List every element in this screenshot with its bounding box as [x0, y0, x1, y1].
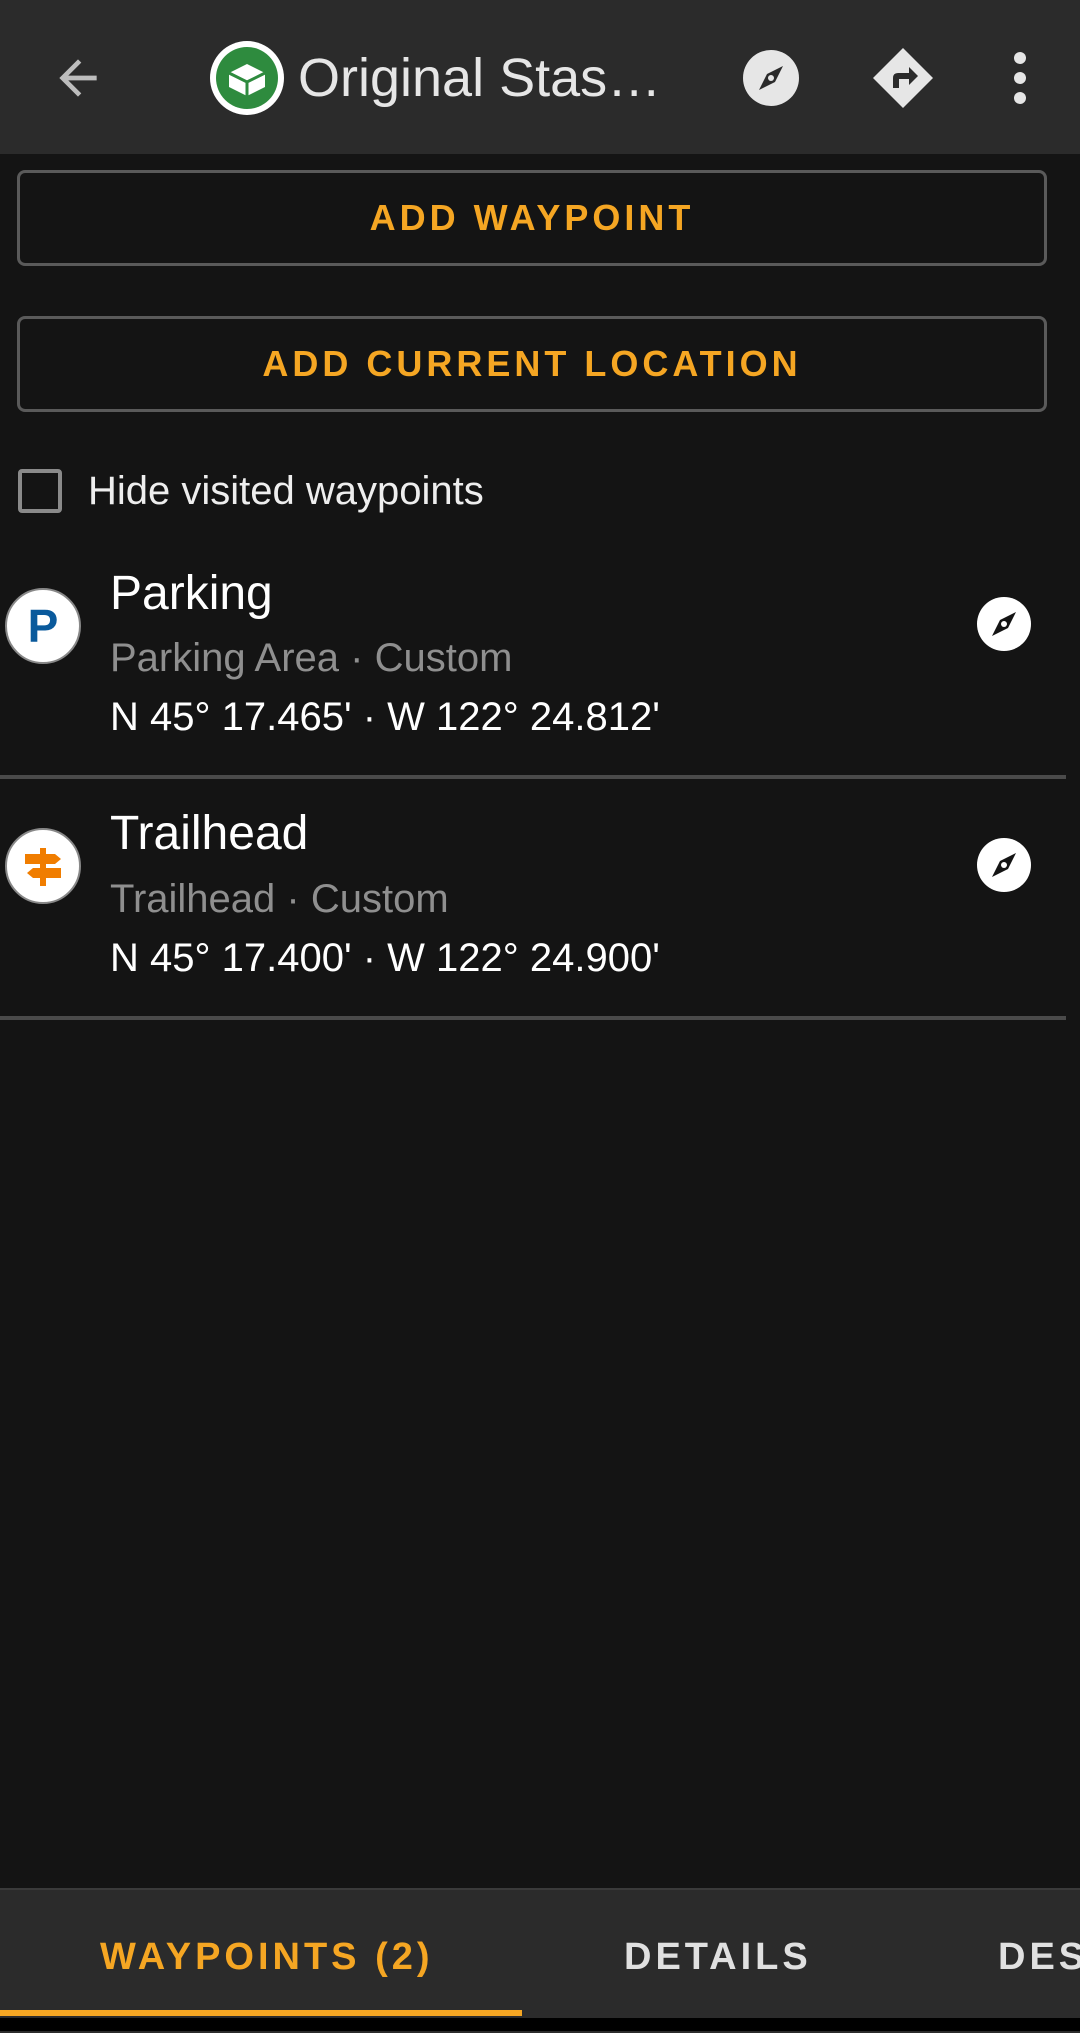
- tab-description[interactable]: DES: [998, 1890, 1080, 2025]
- parking-icon: P: [5, 588, 81, 664]
- add-current-location-button[interactable]: ADD CURRENT LOCATION: [17, 316, 1047, 412]
- parking-icon-letter: P: [27, 600, 59, 652]
- waypoint-subtitle: Parking Area · Custom: [110, 636, 513, 680]
- compass-icon[interactable]: [733, 40, 809, 116]
- waypoint-row-trailhead[interactable]: Trailhead Trailhead · Custom N 45° 17.40…: [0, 778, 1066, 1020]
- traditional-cache-icon: [210, 41, 284, 115]
- waypoint-row-parking[interactable]: P Parking Parking Area · Custom N 45° 17…: [0, 537, 1066, 779]
- waypoint-coords: N 45° 17.465' · W 122° 24.812': [110, 695, 660, 739]
- app-bar: Original Stash…: [0, 0, 1080, 154]
- hide-visited-label: Hide visited waypoints: [88, 468, 484, 513]
- more-vert-icon[interactable]: [982, 40, 1058, 116]
- hide-visited-checkbox[interactable]: [18, 469, 62, 513]
- signpost-glyph: [25, 848, 61, 886]
- tab-details[interactable]: DETAILS: [624, 1890, 812, 2025]
- tab-waypoints[interactable]: WAYPOINTS (2): [100, 1890, 434, 2025]
- navigate-compass-icon[interactable]: [976, 596, 1032, 652]
- bottom-strip: [0, 2018, 1080, 2031]
- arrow-back-icon[interactable]: [48, 50, 108, 106]
- waypoint-name: Trailhead: [110, 807, 309, 860]
- directions-icon[interactable]: [865, 40, 941, 116]
- waypoint-coords: N 45° 17.400' · W 122° 24.900': [110, 936, 660, 980]
- active-tab-indicator: [0, 2010, 522, 2016]
- navigate-compass-icon[interactable]: [976, 837, 1032, 893]
- hide-visited-toggle[interactable]: Hide visited waypoints: [18, 465, 484, 517]
- page-title: Original Stash…: [298, 48, 688, 108]
- waypoint-name: Parking: [110, 567, 273, 620]
- signpost-icon: [5, 828, 81, 904]
- waypoint-subtitle: Trailhead · Custom: [110, 877, 449, 921]
- add-waypoint-button[interactable]: ADD WAYPOINT: [17, 170, 1047, 266]
